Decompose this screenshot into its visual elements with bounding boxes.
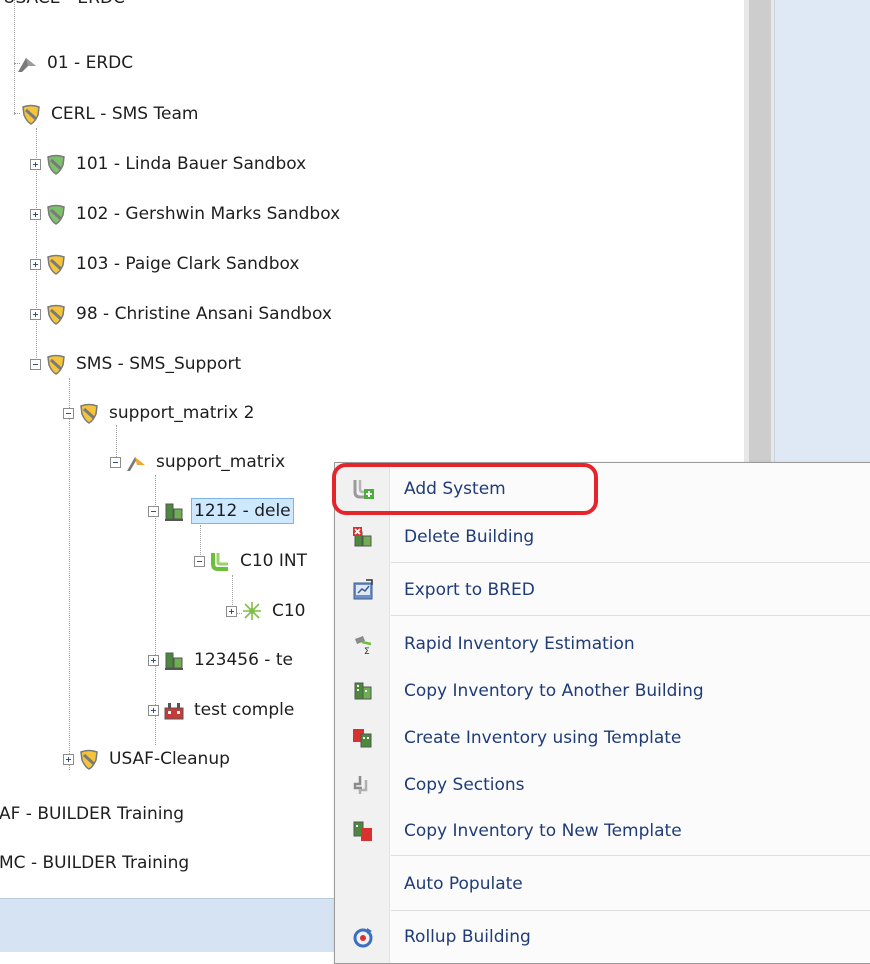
menu-item-export-to-bred[interactable]: Export to BRED	[335, 570, 870, 610]
menu-item-copy-sections[interactable]: Copy Sections	[335, 765, 870, 805]
menu-separator	[391, 562, 870, 563]
copy-inventory-icon	[354, 682, 372, 700]
component-icon	[243, 602, 261, 620]
flag-icon	[127, 457, 145, 471]
tree-node-label: support_matrix 2	[109, 403, 255, 423]
menu-item-label: Copy Inventory to Another Building	[404, 681, 704, 701]
menu-item-label: Add System	[404, 479, 506, 499]
template-icon	[353, 729, 372, 748]
shield-icon	[80, 403, 98, 424]
context-menu: Add System Delete Building Export to BRE…	[334, 462, 870, 964]
tree-node-label: C10	[272, 601, 306, 621]
collapse-toggle[interactable]	[63, 407, 74, 419]
tree-node-123456[interactable]: 123456 - te	[148, 642, 296, 678]
tree-node-label: 101 - Linda Bauer Sandbox	[76, 154, 307, 174]
delete-building-icon	[353, 527, 372, 547]
tree-node-label: 1212 - dele	[191, 498, 294, 524]
tree-node-c10-int[interactable]: C10 INT	[194, 543, 310, 579]
menu-item-label: Auto Populate	[404, 874, 523, 894]
tree-node-label: CERL - SMS Team	[51, 104, 199, 124]
tree-node-label: USAF-Cleanup	[109, 749, 230, 769]
expand-toggle[interactable]	[148, 704, 159, 716]
shield-icon	[22, 104, 40, 125]
tree-node-label: SMS - SMS_Support	[76, 354, 242, 374]
system-icon	[211, 553, 228, 571]
tree-node-c10[interactable]: C10	[226, 593, 309, 629]
tree-node-test-complex[interactable]: test comple	[148, 692, 297, 728]
menu-separator	[391, 855, 870, 856]
tree-node-af-builder-training[interactable]: AF - BUILDER Training	[0, 796, 187, 832]
menu-item-label: Delete Building	[404, 527, 535, 547]
tree-node-sms-support[interactable]: SMS - SMS_Support	[30, 346, 244, 382]
tree-node-label: 102 - Gershwin Marks Sandbox	[76, 204, 341, 224]
collapse-toggle[interactable]	[110, 456, 121, 468]
export-icon	[353, 579, 373, 600]
add-system-icon	[353, 480, 374, 499]
complex-icon	[164, 703, 184, 720]
rollup-icon	[353, 928, 373, 948]
tree-node-label: 123456 - te	[194, 650, 293, 670]
shield-icon	[80, 749, 98, 770]
expand-toggle[interactable]	[226, 605, 237, 617]
shield-icon	[47, 304, 65, 325]
tree-node-usaf-cleanup[interactable]: USAF-Cleanup	[63, 741, 233, 777]
expand-toggle[interactable]	[30, 308, 41, 320]
expand-toggle[interactable]	[30, 158, 41, 170]
flag-icon	[18, 58, 36, 72]
tree-node-102[interactable]: 102 - Gershwin Marks Sandbox	[30, 196, 343, 232]
tree-node-mc-builder-training[interactable]: MC - BUILDER Training	[0, 845, 192, 881]
menu-item-label: Export to BRED	[404, 580, 535, 600]
copy-sections-icon	[353, 776, 368, 794]
tree-node-label: support_matrix	[156, 452, 286, 472]
menu-item-copy-inventory-to-new-template[interactable]: Copy Inventory to New Template	[335, 811, 870, 851]
collapse-toggle[interactable]	[30, 358, 41, 370]
tree-node-cerl-sms-team[interactable]: CERL - SMS Team	[20, 96, 201, 132]
svg-text:Σ: Σ	[364, 647, 370, 655]
tree-node-98[interactable]: 98 - Christine Ansani Sandbox	[30, 296, 335, 332]
rapid-inventory-icon: Σ	[355, 636, 372, 655]
tree-node-support-matrix-2[interactable]: support_matrix 2	[63, 395, 257, 431]
tree-node-label: 103 - Paige Clark Sandbox	[76, 254, 300, 274]
tree-node-label: AF - BUILDER Training	[0, 804, 185, 824]
tree-node-103[interactable]: 103 - Paige Clark Sandbox	[30, 246, 302, 282]
tree-node-label: 98 - Christine Ansani Sandbox	[76, 304, 332, 324]
tree-node-label: MC - BUILDER Training	[0, 853, 190, 873]
shield-icon	[47, 204, 65, 225]
expand-toggle[interactable]	[30, 258, 41, 270]
tree-node-101[interactable]: 101 - Linda Bauer Sandbox	[30, 146, 309, 182]
expand-toggle[interactable]	[63, 753, 74, 765]
menu-item-rapid-inventory-estimation[interactable]: Σ Rapid Inventory Estimation	[335, 624, 870, 664]
menu-item-copy-inventory-to-another-building[interactable]: Copy Inventory to Another Building	[335, 671, 870, 711]
tree-node-label: test comple	[194, 700, 295, 720]
menu-item-auto-populate[interactable]: Auto Populate	[335, 864, 870, 904]
menu-item-rollup-building[interactable]: Rollup Building	[335, 917, 870, 957]
shield-icon	[47, 354, 65, 375]
menu-item-label: Rollup Building	[404, 927, 531, 947]
menu-item-label: Create Inventory using Template	[404, 728, 682, 748]
shield-icon	[47, 254, 65, 275]
menu-item-label: Copy Inventory to New Template	[404, 821, 682, 841]
expand-toggle[interactable]	[148, 654, 159, 666]
menu-item-label: Rapid Inventory Estimation	[404, 634, 635, 654]
tree-node-01-erdc[interactable]: 01 - ERDC	[16, 45, 136, 81]
collapse-toggle[interactable]	[194, 555, 205, 567]
expand-toggle[interactable]	[30, 208, 41, 220]
menu-item-add-system[interactable]: Add System	[335, 469, 870, 509]
tree-node-usace[interactable]: USACE - ERDC	[0, 0, 128, 16]
menu-item-label: Copy Sections	[404, 775, 525, 795]
tree-node-label: 01 - ERDC	[47, 53, 134, 73]
tree-node-1212[interactable]: 1212 - dele	[148, 493, 294, 529]
collapse-toggle[interactable]	[148, 505, 159, 517]
building-icon	[165, 503, 183, 521]
menu-separator	[391, 615, 870, 616]
new-template-icon	[353, 821, 372, 841]
menu-item-delete-building[interactable]: Delete Building	[335, 517, 870, 557]
tree-node-label: USACE - ERDC	[0, 0, 128, 11]
building-icon	[165, 652, 183, 670]
tree-node-label: C10 INT	[240, 551, 308, 571]
menu-separator	[391, 910, 870, 911]
shield-icon	[47, 154, 65, 175]
tree-node-support-matrix[interactable]: support_matrix	[110, 444, 288, 480]
menu-item-create-inventory-using-template[interactable]: Create Inventory using Template	[335, 718, 870, 758]
